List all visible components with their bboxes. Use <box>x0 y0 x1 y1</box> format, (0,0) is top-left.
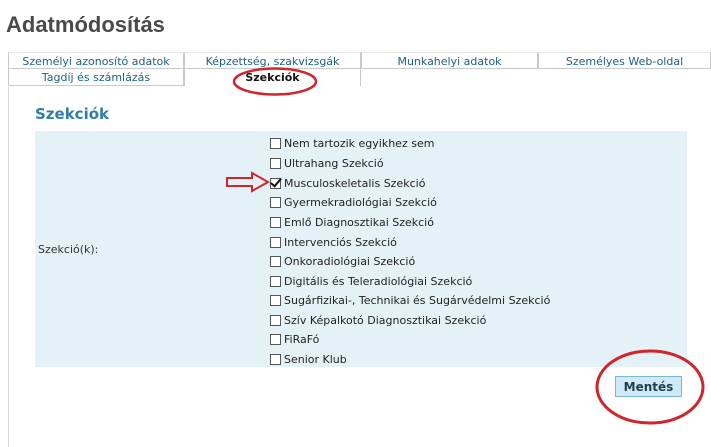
section-option[interactable]: Nem tartozik egyikhez sem <box>270 134 434 152</box>
checkbox[interactable] <box>270 294 281 306</box>
section-option-label: Nem tartozik egyikhez sem <box>284 136 435 150</box>
checkbox[interactable] <box>270 275 281 287</box>
tab-personal-id[interactable]: Személyi azonosító adatok <box>8 52 184 69</box>
section-option-label: Senior Klub <box>284 352 347 366</box>
checkbox[interactable] <box>270 216 281 228</box>
tab-workplace[interactable]: Munkahelyi adatok <box>361 52 538 69</box>
section-option-label: Digitális és Teleradiológiai Szekció <box>284 274 473 288</box>
section-option[interactable]: Onkoradiológiai Szekció <box>270 252 415 270</box>
tab-sections[interactable]: Szekciók <box>184 69 361 86</box>
checkbox[interactable] <box>270 157 281 169</box>
tab-web-page[interactable]: Személyes Web-oldal <box>538 52 711 69</box>
section-option[interactable]: Musculoskeletalis Szekció <box>270 174 425 192</box>
section-option[interactable]: FiRaFó <box>270 330 319 348</box>
section-option-label: Sugárfizikai-, Technikai és Sugárvédelmi… <box>284 293 551 307</box>
save-button[interactable]: Mentés <box>615 376 682 397</box>
page-title: Adatmódosítás <box>6 12 165 37</box>
section-option-label: Ultrahang Szekció <box>284 156 384 170</box>
checkbox[interactable] <box>270 314 281 326</box>
section-option[interactable]: Senior Klub <box>270 350 347 368</box>
sections-field-label: Szekció(k): <box>38 243 99 256</box>
section-option[interactable]: Emlő Diagnosztikai Szekció <box>270 213 434 231</box>
checkbox[interactable] <box>270 333 281 345</box>
checkbox-checked[interactable] <box>270 177 281 189</box>
checkbox[interactable] <box>270 196 281 208</box>
section-option-label: Musculoskeletalis Szekció <box>284 176 426 190</box>
tab-qualifications[interactable]: Képzettség, szakvizsgák <box>184 52 361 69</box>
checkbox[interactable] <box>270 255 281 267</box>
section-option-label: Intervenciós Szekció <box>284 235 397 249</box>
checkbox[interactable] <box>270 353 281 365</box>
section-option-label: Emlő Diagnosztikai Szekció <box>284 215 434 229</box>
sections-form: Szekció(k): Nem tartozik egyikhez sem Ul… <box>35 131 687 367</box>
section-heading: Szekciók <box>35 105 109 123</box>
section-option[interactable]: Digitális és Teleradiológiai Szekció <box>270 272 472 290</box>
tab-membership-billing[interactable]: Tagdíj és számlázás <box>8 69 184 86</box>
section-option[interactable]: Intervenciós Szekció <box>270 233 397 251</box>
section-option-label: Onkoradiológiai Szekció <box>284 254 416 268</box>
section-option[interactable]: Sugárfizikai-, Technikai és Sugárvédelmi… <box>270 291 550 309</box>
checkbox[interactable] <box>270 137 281 149</box>
checkbox[interactable] <box>270 236 281 248</box>
section-option[interactable]: Ultrahang Szekció <box>270 154 384 172</box>
section-option[interactable]: Szív Képalkotó Diagnosztikai Szekció <box>270 311 486 329</box>
section-option-label: FiRaFó <box>284 332 320 346</box>
section-option-label: Szív Képalkotó Diagnosztikai Szekció <box>284 313 487 327</box>
section-option[interactable]: Gyermekradiológiai Szekció <box>270 193 437 211</box>
section-option-label: Gyermekradiológiai Szekció <box>284 195 437 209</box>
